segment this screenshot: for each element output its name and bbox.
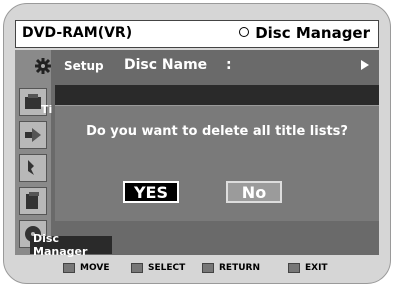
active-menu-label: Disc Manager <box>30 232 112 258</box>
title-bar: DVD-RAM(VR) Disc Manager <box>15 20 379 48</box>
return-key-icon <box>202 263 214 273</box>
enter-key-icon <box>131 263 143 273</box>
gear-icon <box>30 54 56 78</box>
hint-return-label: RETURN <box>219 263 260 273</box>
device-label: DVD-RAM(VR) <box>22 25 133 41</box>
edit-icon[interactable] <box>19 187 47 215</box>
playlist-icon[interactable] <box>19 121 47 149</box>
setup-row[interactable]: Setup Disc Name : <box>30 54 379 78</box>
hint-exit-label: EXIT <box>305 263 328 273</box>
updown-key-icon <box>63 263 75 273</box>
hint-move-label: MOVE <box>80 263 110 273</box>
hint-return: RETURN <box>202 263 260 273</box>
confirm-dialog: Do you want to delete all title lists? Y… <box>55 105 379 221</box>
hint-select-label: SELECT <box>148 263 186 273</box>
record-icon[interactable] <box>19 154 47 182</box>
hint-move: MOVE <box>63 263 109 273</box>
no-button[interactable]: No <box>226 181 282 203</box>
circle-icon <box>239 27 250 37</box>
section-title: Disc Manager <box>239 24 370 42</box>
section-title-text: Disc Manager <box>255 24 370 42</box>
dialog-header <box>55 85 379 105</box>
arrow-right-icon <box>361 60 369 70</box>
hint-select: SELECT <box>131 263 185 273</box>
disc-name-separator: : <box>226 57 232 73</box>
hint-exit: EXIT <box>288 263 328 273</box>
footer-hints: MOVE SELECT RETURN EXIT <box>15 258 379 280</box>
menu-key-icon <box>288 263 300 273</box>
yes-button[interactable]: YES <box>123 181 179 203</box>
dialog-question: Do you want to delete all title lists? <box>86 124 348 139</box>
disc-name-label: Disc Name <box>124 57 208 73</box>
setup-label: Setup <box>64 59 104 73</box>
partial-menu-label: Ti <box>41 103 53 116</box>
